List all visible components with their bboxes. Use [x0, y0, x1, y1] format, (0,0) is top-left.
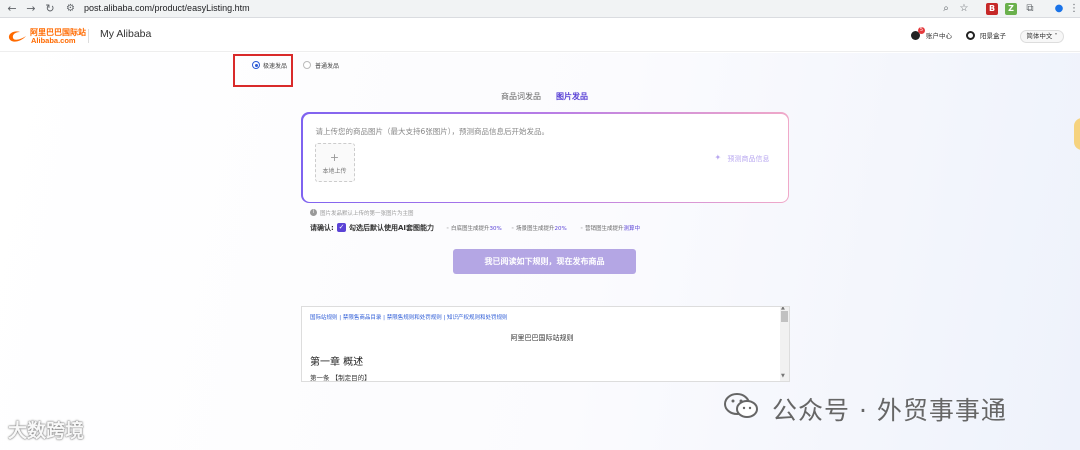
username-label[interactable]: 阳景盒子 — [980, 30, 1006, 40]
scroll-down-icon[interactable]: ▼ — [781, 373, 785, 379]
highlight-box — [233, 54, 293, 87]
tab-image-listing[interactable]: 图片发品 — [556, 91, 588, 102]
forward-icon[interactable]: → — [24, 2, 38, 16]
tab-keyword-listing[interactable]: 商品词发品 — [501, 91, 541, 102]
profile-icon[interactable]: ● — [1053, 3, 1065, 15]
magic-wand-icon: ✦ — [714, 152, 722, 162]
rules-panel[interactable]: 国际站规则 | 禁限售商品目录 | 禁限售规则和处罚规则 | 知识产权规则和处罚… — [301, 306, 790, 382]
radio-normal-listing[interactable] — [303, 61, 311, 69]
site-settings-icon[interactable]: ⚙ — [66, 3, 75, 14]
site-header: 阿里巴巴国际站 Alibaba.com My Alibaba 5 账户中心 阳景… — [0, 19, 1080, 52]
extensions-puzzle-icon[interactable]: ⧉ — [1024, 3, 1036, 15]
watermark-right: 公众号 · 外贸事事通 — [772, 396, 1007, 425]
local-upload-label: 本地上传 — [322, 167, 347, 175]
rules-links[interactable]: 国际站规则 | 禁限售商品目录 | 禁限售规则和处罚规则 | 知识产权规则和处罚… — [310, 313, 508, 321]
predict-product-info-button[interactable]: 预测商品信息 — [728, 154, 770, 164]
reload-icon[interactable]: ↻ — [43, 2, 57, 16]
main-image-note: 图片发品默认上传的第一张图片为主图 — [320, 211, 414, 217]
feature-marketing-image: ◦ 营销图生成提升测算中 — [580, 226, 641, 232]
publish-button[interactable]: 我已阅读如下规则，现在发布商品 — [453, 249, 636, 274]
address-bar[interactable]: post.alibaba.com/product/easyListing.htm — [84, 3, 250, 13]
radio-quick-listing[interactable] — [252, 61, 260, 69]
scroll-thumb[interactable] — [781, 311, 788, 322]
back-icon[interactable]: ← — [5, 2, 19, 16]
account-center-link[interactable]: 账户中心 — [926, 30, 952, 40]
watermark-left: 大数跨境 — [8, 420, 85, 442]
ai-image-checkbox-label[interactable]: 勾选后默认使用AI套图能力 — [349, 223, 434, 233]
rules-article: 第一条 【制定目的】 — [310, 374, 371, 382]
radio-normal-listing-label[interactable]: 普通发品 — [315, 61, 339, 70]
browser-toolbar: ← → ↻ ⚙ post.alibaba.com/product/easyLis… — [0, 0, 1080, 18]
feature-white-background: ◦ 白底图生成提升30% — [446, 226, 502, 232]
logo-english-text[interactable]: Alibaba.com — [31, 36, 76, 45]
wechat-icon — [724, 393, 758, 418]
feature-scene-image: ◦ 场景图生成提升20% — [511, 226, 567, 232]
bookmark-star-icon[interactable]: ☆ — [958, 3, 970, 15]
upload-hint: 请上传您的商品图片（最大支持6张图片），预测商品信息后开始发品。 — [315, 126, 550, 136]
ai-image-checkbox[interactable]: ✓ — [337, 223, 346, 232]
header-divider — [88, 29, 89, 43]
extension-b-icon[interactable]: B — [986, 3, 998, 15]
plus-icon: + — [329, 150, 340, 164]
radio-quick-listing-label[interactable]: 极速发品 — [263, 61, 287, 70]
my-alibaba-title[interactable]: My Alibaba — [100, 28, 151, 40]
info-icon: i — [310, 209, 317, 216]
rules-chapter-heading: 第一章 概述 — [310, 357, 364, 368]
rules-scrollbar[interactable]: ▲ ▼ — [780, 307, 789, 381]
extension-z-icon[interactable]: Z — [1005, 3, 1017, 15]
user-avatar-icon[interactable] — [966, 31, 975, 40]
rules-title: 阿里巴巴国际站规则 — [510, 334, 574, 342]
side-helper-tab[interactable] — [1074, 118, 1080, 150]
zoom-icon[interactable]: ⌕ — [940, 3, 952, 15]
local-upload-button[interactable]: + 本地上传 — [314, 142, 355, 182]
alibaba-logo-icon[interactable] — [6, 28, 30, 44]
menu-kebab-icon[interactable]: ⋮ — [1068, 3, 1080, 15]
upload-card: 请上传您的商品图片（最大支持6张图片），预测商品信息后开始发品。 + 本地上传 … — [301, 112, 789, 203]
confirm-label: 请确认: — [310, 224, 334, 232]
notification-badge: 5 — [918, 27, 925, 34]
language-selector[interactable]: 简体中文 ˅ — [1020, 30, 1064, 43]
